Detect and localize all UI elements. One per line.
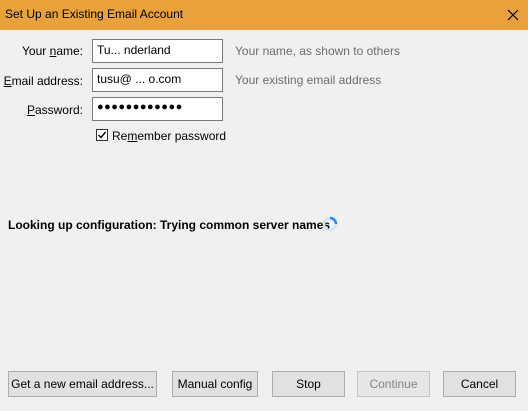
name-input[interactable]: Tu... nderland (92, 39, 223, 63)
email-hint: Your existing email address (235, 73, 382, 87)
remember-password-label[interactable]: Remember password (112, 129, 226, 143)
close-icon[interactable] (507, 9, 519, 21)
get-new-email-button[interactable]: Get a new email address... (8, 371, 157, 397)
manual-config-button[interactable]: Manual config (172, 371, 258, 397)
cancel-button[interactable]: Cancel (443, 371, 516, 397)
email-label: Email address: (3, 74, 83, 88)
stop-button[interactable]: Stop (272, 371, 345, 397)
remember-password-checkbox[interactable] (96, 129, 108, 141)
name-hint: Your name, as shown to others (235, 44, 400, 58)
password-input[interactable]: ●●●●●●●●●●●● (92, 97, 223, 121)
continue-button[interactable]: Continue (357, 371, 430, 397)
name-label: Your name: (22, 44, 83, 58)
email-input[interactable]: tusu@ ... o.com (92, 68, 223, 92)
password-label: Password: (26, 103, 83, 117)
close-button[interactable] (498, 0, 528, 30)
title-bar: Set Up an Existing Email Account (0, 0, 528, 30)
window-title: Set Up an Existing Email Account (5, 7, 184, 21)
checkmark-icon (98, 131, 107, 139)
status-text: Looking up configuration: Trying common … (8, 218, 331, 232)
loading-spinner-icon (322, 216, 338, 232)
